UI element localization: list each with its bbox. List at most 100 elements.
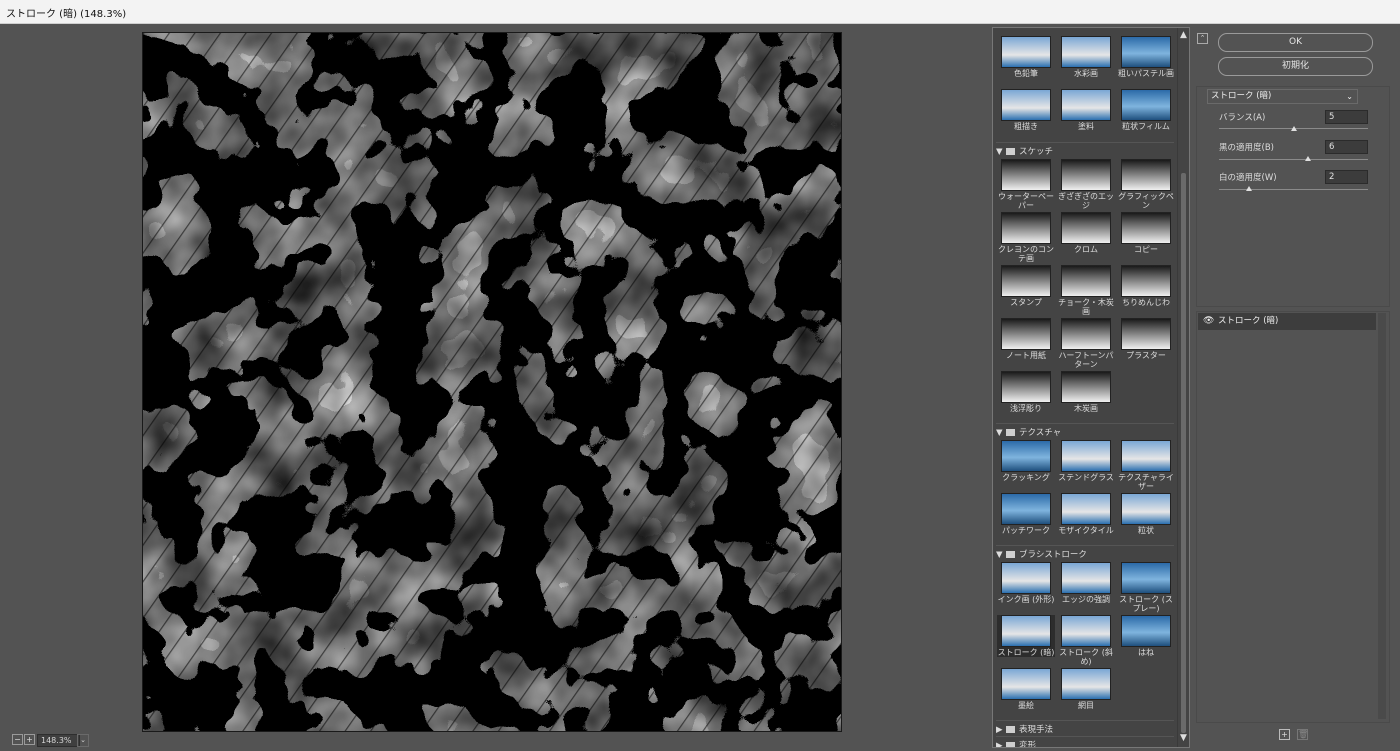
preview-image[interactable]	[142, 32, 842, 732]
filter-thumb[interactable]: ストローク (スプレー)	[1117, 562, 1175, 613]
preview-canvas	[143, 33, 841, 731]
filter-thumb[interactable]: ストローク (暗)	[997, 615, 1055, 657]
filter-thumb[interactable]: ノート用紙	[997, 318, 1055, 360]
category-name: 表現手法	[1019, 725, 1054, 735]
filter-thumb[interactable]: エッジの強調	[1057, 562, 1115, 604]
filter-gallery: 色鉛筆 水彩画 粗いパステル画粗描き 塗料 粒状フィルム ▼ スケッチウォーターペーパー ぎざ…	[992, 27, 1190, 748]
filter-thumb[interactable]: 粗描き	[997, 89, 1055, 131]
filter-thumb[interactable]: 粗いパステル画	[1117, 36, 1175, 78]
filter-thumb[interactable]: ウォーターペーパー	[997, 159, 1055, 210]
scroll-down-icon[interactable]: ▼	[1179, 733, 1188, 743]
filter-thumb[interactable]: はね	[1117, 615, 1175, 657]
category-header[interactable]: ▶ 変形	[996, 739, 1176, 748]
filter-thumb[interactable]: 木炭画	[1057, 371, 1115, 413]
filter-thumb[interactable]: グラフィックペン	[1117, 159, 1175, 210]
slider-track-black[interactable]	[1219, 159, 1368, 160]
filter-thumbnail-image	[1121, 159, 1171, 191]
zoom-level[interactable]: 148.3%	[37, 734, 80, 747]
param-input-balance[interactable]: 5	[1325, 110, 1368, 124]
scroll-thumb[interactable]	[1181, 173, 1186, 733]
filter-thumb[interactable]: ハーフトーンパターン	[1057, 318, 1115, 369]
filter-thumbnail-image	[1121, 493, 1171, 525]
expand-right-icon[interactable]: ▶	[996, 741, 1006, 747]
filter-thumb[interactable]: 浅浮彫り	[997, 371, 1055, 413]
filter-thumb[interactable]: スタンプ	[997, 265, 1055, 307]
filter-thumb-label: ストローク (斜め)	[1059, 648, 1113, 666]
filter-thumbnail-image	[1061, 89, 1111, 121]
filter-thumbnail-image	[1061, 668, 1111, 700]
filter-select-value: ストローク (暗)	[1211, 91, 1272, 101]
param-label-white: 白の適用度(W)	[1219, 173, 1277, 183]
expand-down-icon[interactable]: ▼	[996, 147, 1006, 157]
expand-down-icon[interactable]: ▼	[996, 550, 1006, 560]
reset-button[interactable]: 初期化	[1218, 57, 1373, 76]
filter-thumbnail-image	[1001, 371, 1051, 403]
filter-thumbnail-image	[1001, 212, 1051, 244]
category-header[interactable]: ▼ スケッチ	[996, 145, 1176, 157]
slider-track-white[interactable]	[1219, 189, 1368, 190]
category-name: スケッチ	[1019, 147, 1054, 157]
category-name: 変形	[1019, 741, 1037, 748]
scroll-up-icon[interactable]: ▲	[1179, 30, 1188, 40]
new-layer-icon[interactable]: +	[1279, 729, 1290, 740]
filter-thumb[interactable]: チョーク・木炭画	[1057, 265, 1115, 316]
filter-select[interactable]: ストローク (暗) ⌄	[1207, 89, 1358, 104]
filter-thumb[interactable]: 墨絵	[997, 668, 1055, 710]
filter-thumb-label: ウォーターペーパー	[998, 192, 1054, 210]
effect-layer-item[interactable]: 👁 ストローク (暗)	[1198, 313, 1376, 330]
filter-thumbnail-image	[1001, 493, 1051, 525]
filter-thumb[interactable]: 色鉛筆	[997, 36, 1055, 78]
slider-knob-white[interactable]	[1246, 186, 1252, 191]
zoom-in-button[interactable]: +	[24, 734, 35, 745]
filter-thumb[interactable]: ぎざぎざのエッジ	[1057, 159, 1115, 210]
ok-button[interactable]: OK	[1218, 33, 1373, 52]
filter-thumb[interactable]: テクスチャライザー	[1117, 440, 1175, 491]
category-header[interactable]: ▶ 表現手法	[996, 723, 1176, 735]
filter-thumb[interactable]: 水彩画	[1057, 36, 1115, 78]
filter-thumb-label: ストローク (暗)	[997, 648, 1055, 657]
zoom-out-button[interactable]: −	[12, 734, 23, 745]
filter-thumb[interactable]: プラスター	[1117, 318, 1175, 360]
filter-thumbnail-image	[1061, 615, 1111, 647]
collapse-gallery-icon[interactable]: ⌃	[1197, 33, 1208, 44]
filter-thumb[interactable]: コピー	[1117, 212, 1175, 254]
trash-icon[interactable]: 🗑	[1297, 729, 1308, 740]
filter-thumb-label: 粗いパステル画	[1118, 69, 1174, 78]
filter-thumb-label: チョーク・木炭画	[1058, 298, 1114, 316]
filter-thumb[interactable]: クロム	[1057, 212, 1115, 254]
filter-thumb[interactable]: ステンドグラス	[1057, 440, 1115, 482]
folder-icon	[1006, 551, 1015, 558]
expand-down-icon[interactable]: ▼	[996, 428, 1006, 438]
filter-thumb[interactable]: クラッキング	[997, 440, 1055, 482]
category-header[interactable]: ▼ テクスチャ	[996, 426, 1176, 438]
filter-thumb[interactable]: クレヨンのコンテ画	[997, 212, 1055, 263]
filter-thumb[interactable]: インク画 (外形)	[997, 562, 1055, 604]
filter-thumb-label: プラスター	[1126, 351, 1166, 360]
gallery-scrollbar[interactable]: ▲ ▼	[1177, 28, 1189, 747]
param-input-white[interactable]: 2	[1325, 170, 1368, 184]
zoom-dropdown-icon[interactable]: ⌄	[77, 734, 89, 747]
filter-thumb[interactable]: ストローク (斜め)	[1057, 615, 1115, 666]
filter-thumbnail-image	[1061, 212, 1111, 244]
filter-thumb-label: ノート用紙	[1006, 351, 1046, 360]
category-header[interactable]: ▼ ブラシストローク	[996, 548, 1176, 560]
folder-icon	[1006, 726, 1015, 733]
filter-thumb-label: インク画 (外形)	[997, 595, 1055, 604]
filter-thumb[interactable]: パッチワーク	[997, 493, 1055, 535]
filter-thumb[interactable]: 粒状フィルム	[1117, 89, 1175, 131]
expand-right-icon[interactable]: ▶	[996, 725, 1006, 735]
slider-knob-balance[interactable]	[1291, 126, 1297, 131]
slider-knob-black[interactable]	[1305, 156, 1311, 161]
filter-thumb[interactable]: モザイクタイル	[1057, 493, 1115, 535]
category-divider	[996, 545, 1174, 546]
effect-layers-panel	[1196, 311, 1390, 723]
eye-icon[interactable]: 👁	[1203, 313, 1214, 330]
filter-thumb-label: クラッキング	[1002, 473, 1050, 482]
filter-thumb[interactable]: 粒状	[1117, 493, 1175, 535]
layers-scrollbar[interactable]	[1378, 313, 1386, 719]
filter-thumbnail-image	[1121, 562, 1171, 594]
param-input-black[interactable]: 6	[1325, 140, 1368, 154]
filter-thumb[interactable]: 塗料	[1057, 89, 1115, 131]
filter-thumb[interactable]: 網目	[1057, 668, 1115, 710]
filter-thumb[interactable]: ちりめんじわ	[1117, 265, 1175, 307]
